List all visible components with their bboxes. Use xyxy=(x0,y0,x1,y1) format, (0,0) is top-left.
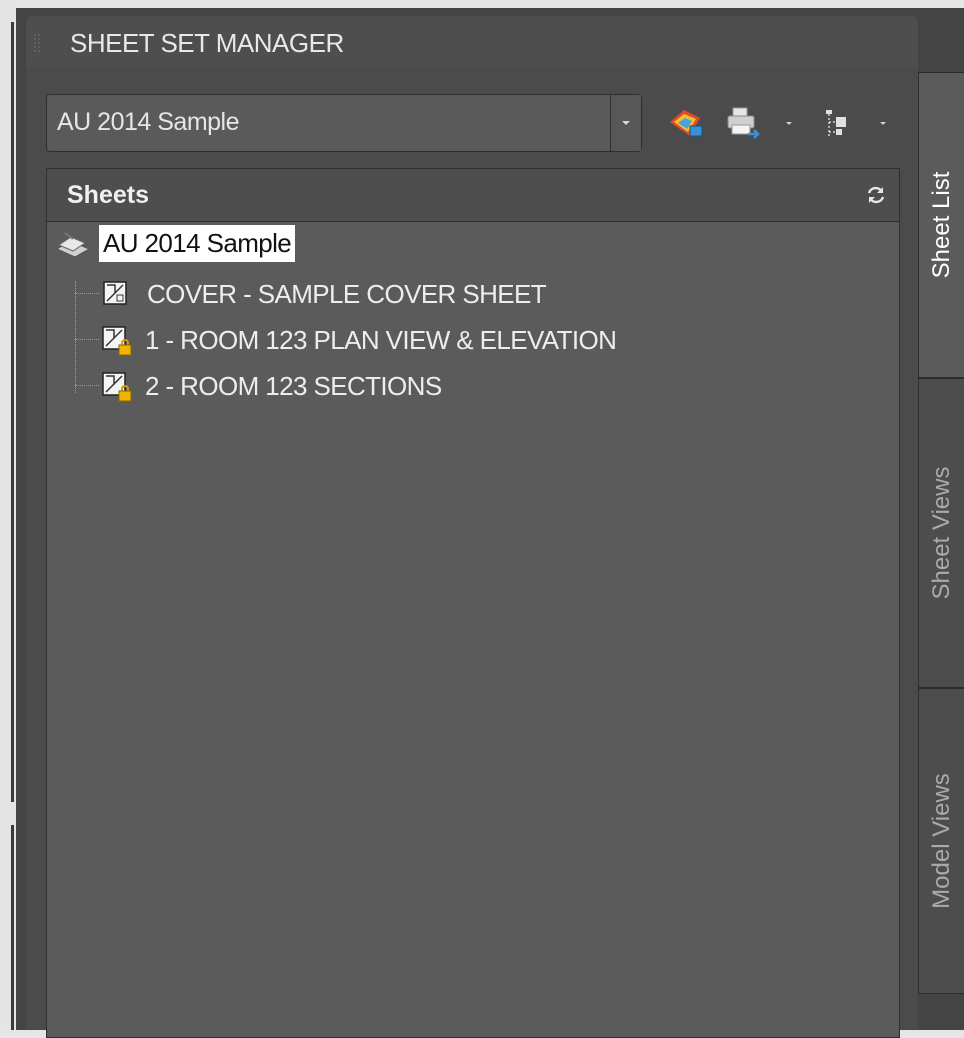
app-edge xyxy=(0,0,16,1030)
tree-connector xyxy=(75,293,99,294)
tree-root-label: AU 2014 Sample xyxy=(99,225,296,262)
sheet-set-icon[interactable] xyxy=(666,104,706,142)
sheet-set-manager-palette: SHEET SET MANAGER AU 2014 Sample Sheets … xyxy=(16,8,964,1038)
publish-icon[interactable] xyxy=(724,104,764,142)
palette-title: SHEET SET MANAGER xyxy=(70,28,344,58)
palette-titlebar[interactable]: SHEET SET MANAGER xyxy=(26,16,918,66)
sheet-item-label: 2 - ROOM 123 SECTIONS xyxy=(145,371,442,401)
sheet-set-dropdown-value: AU 2014 Sample xyxy=(57,108,240,136)
sheet-selections-icon[interactable] xyxy=(820,104,856,142)
tab-sheet-views-label: Sheet Views xyxy=(927,466,955,600)
sheet-item[interactable]: 1 - ROOM 123 PLAN VIEW & ELEVATION xyxy=(99,319,859,359)
tab-sheet-list-label: Sheet List xyxy=(927,171,955,279)
sheet-icon xyxy=(103,281,127,305)
palette-body: AU 2014 Sample Sheets AU 2014 Sample COV… xyxy=(26,66,918,1038)
sheet-locked-icon xyxy=(102,372,132,402)
tree-connector xyxy=(75,281,76,393)
sheet-set-dropdown[interactable]: AU 2014 Sample xyxy=(46,94,642,152)
tab-model-views[interactable]: Model Views xyxy=(918,688,964,994)
tree-root[interactable]: AU 2014 Sample xyxy=(47,223,447,263)
sheet-item[interactable]: COVER - SAMPLE COVER SHEET xyxy=(99,273,859,313)
sheets-header-label: Sheets xyxy=(67,181,149,209)
refresh-icon[interactable] xyxy=(865,184,887,206)
publish-dropdown-icon[interactable] xyxy=(782,104,798,142)
sheet-item[interactable]: 2 - ROOM 123 SECTIONS xyxy=(99,365,859,405)
edge-divider xyxy=(11,825,14,1030)
palette-tabs: Sheet List Sheet Views Model Views xyxy=(918,8,964,1030)
tab-model-views-label: Model Views xyxy=(927,773,955,909)
tab-sheet-views[interactable]: Sheet Views xyxy=(918,378,964,688)
sheet-set-icon xyxy=(55,232,91,258)
sheets-tree-panel: Sheets AU 2014 Sample COVER - SAMPLE COV… xyxy=(46,168,900,1038)
grip-handle[interactable] xyxy=(34,34,40,52)
tree-connector xyxy=(75,339,99,340)
tab-sheet-list[interactable]: Sheet List xyxy=(918,72,964,378)
sheet-selections-dropdown-icon[interactable] xyxy=(876,104,892,142)
sheets-header: Sheets xyxy=(47,169,899,222)
sheet-item-label: COVER - SAMPLE COVER SHEET xyxy=(147,279,547,309)
sheet-item-label: 1 - ROOM 123 PLAN VIEW & ELEVATION xyxy=(145,325,617,355)
dropdown-arrow-icon[interactable] xyxy=(610,95,641,151)
tree-connector xyxy=(75,385,99,386)
sheet-locked-icon xyxy=(102,326,132,356)
edge-divider xyxy=(11,22,14,802)
